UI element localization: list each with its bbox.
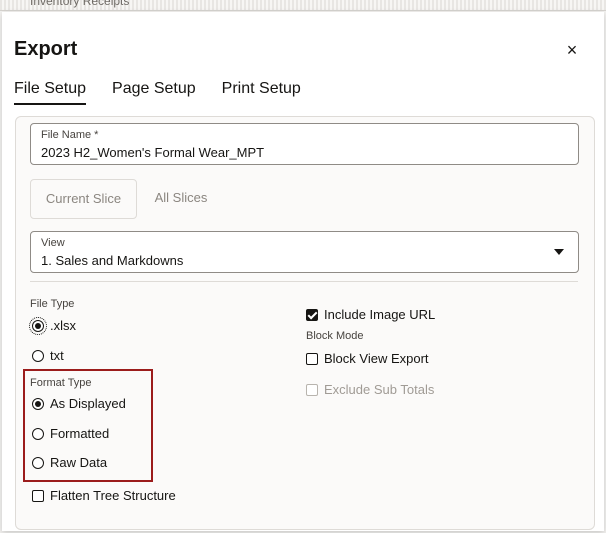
format-formatted-label: Formatted <box>50 426 110 441</box>
format-type-label: Format Type <box>30 377 92 389</box>
flatten-tree-label: Flatten Tree Structure <box>50 488 176 503</box>
background-strip: Inventory Receipts <box>0 0 606 11</box>
include-image-url-label: Include Image URL <box>324 307 436 322</box>
view-value: 1. Sales and Markdowns <box>41 253 184 268</box>
block-view-export-checkbox[interactable] <box>306 352 318 365</box>
tab-print-setup[interactable]: Print Setup <box>222 80 301 105</box>
include-image-url-checkbox[interactable] <box>306 308 318 321</box>
format-raw-data-option[interactable]: Raw Data <box>32 455 107 470</box>
file-name-label: File Name * <box>41 129 99 141</box>
view-select[interactable]: View 1. Sales and Markdowns <box>30 231 579 273</box>
exclude-sub-totals-label: Exclude Sub Totals <box>324 382 435 397</box>
file-setup-panel: File Name * 2023 H2_Women's Formal Wear_… <box>15 116 595 530</box>
exclude-sub-totals-option: Exclude Sub Totals <box>306 382 434 397</box>
file-type-txt-option[interactable]: txt <box>32 348 64 363</box>
file-type-xlsx-option[interactable]: .xlsx <box>29 316 76 335</box>
all-slices-button[interactable]: All Slices <box>142 179 220 217</box>
tab-page-setup[interactable]: Page Setup <box>112 80 196 105</box>
radio-raw-data[interactable] <box>32 456 44 469</box>
flatten-tree-checkbox[interactable] <box>32 489 44 502</box>
tab-bar: File Setup Page Setup Print Setup <box>14 80 327 105</box>
background-page-title: Inventory Receipts <box>30 0 130 8</box>
format-as-displayed-label: As Displayed <box>50 396 126 411</box>
block-view-export-label: Block View Export <box>324 351 429 366</box>
close-icon[interactable]: × <box>562 40 582 60</box>
format-as-displayed-option[interactable]: As Displayed <box>32 396 126 411</box>
file-type-label: File Type <box>30 298 75 310</box>
radio-txt[interactable] <box>32 349 44 362</box>
format-raw-data-label: Raw Data <box>50 455 108 470</box>
file-type-xlsx-label: .xlsx <box>50 318 76 333</box>
section-divider <box>30 281 578 282</box>
radio-formatted[interactable] <box>32 427 44 440</box>
file-type-txt-label: txt <box>50 348 64 363</box>
file-name-field[interactable]: File Name * 2023 H2_Women's Formal Wear_… <box>30 123 579 165</box>
radio-as-displayed[interactable] <box>32 397 44 410</box>
export-dialog: Export × File Setup Page Setup Print Set… <box>2 12 604 531</box>
block-mode-label: Block Mode <box>306 330 364 342</box>
dialog-title: Export <box>14 38 78 60</box>
current-slice-button[interactable]: Current Slice <box>30 179 137 219</box>
exclude-sub-totals-checkbox <box>306 383 318 396</box>
format-formatted-option[interactable]: Formatted <box>32 426 109 441</box>
tab-file-setup[interactable]: File Setup <box>14 80 87 105</box>
block-view-export-option[interactable]: Block View Export <box>306 351 429 366</box>
flatten-tree-option[interactable]: Flatten Tree Structure <box>32 488 176 503</box>
chevron-down-icon <box>554 249 564 255</box>
radio-xlsx[interactable] <box>29 316 47 335</box>
include-image-url-option[interactable]: Include Image URL <box>306 307 435 322</box>
view-label: View <box>41 237 65 249</box>
file-name-value[interactable]: 2023 H2_Women's Formal Wear_MPT <box>41 145 264 160</box>
